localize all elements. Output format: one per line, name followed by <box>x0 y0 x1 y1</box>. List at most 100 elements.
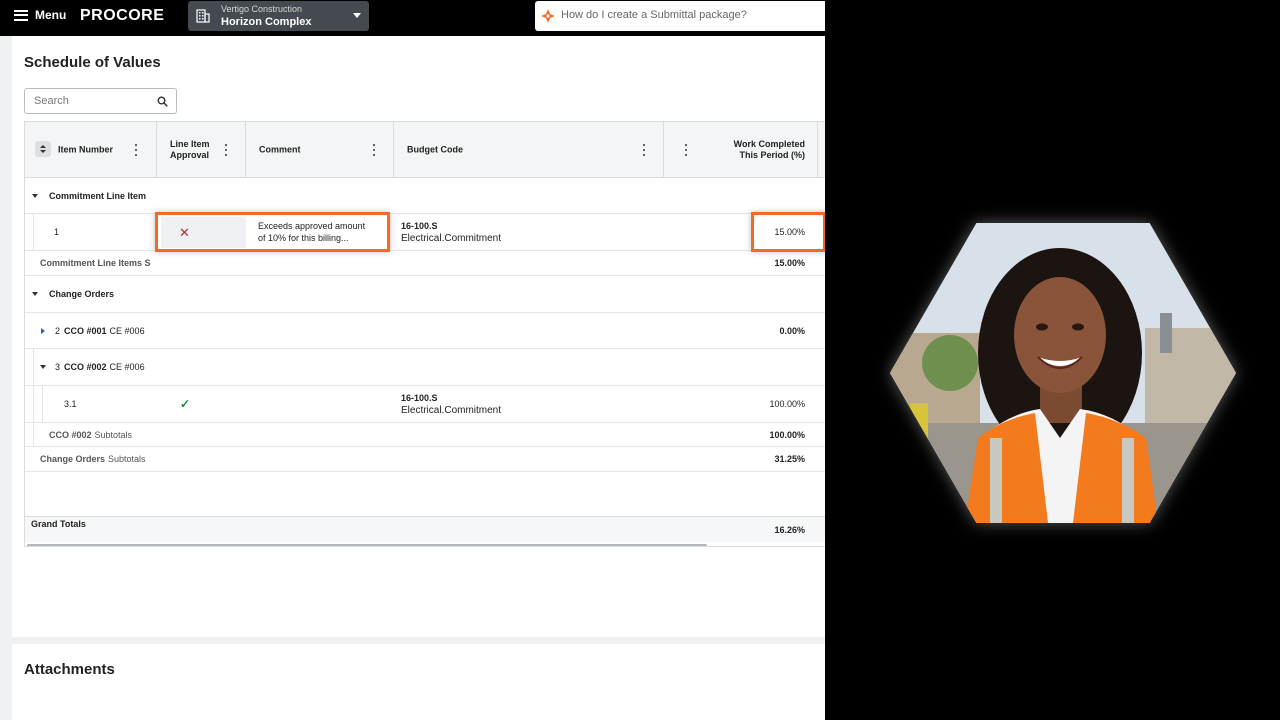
approval-cell[interactable]: ✕ <box>161 217 246 248</box>
page-title: Schedule of Values <box>24 54 161 71</box>
help-search-input[interactable] <box>561 9 816 21</box>
subtotal-row: Change Orders Subtotals 31.25% <box>25 447 825 472</box>
column-menu-icon[interactable] <box>684 144 688 156</box>
sort-icon[interactable] <box>35 141 51 157</box>
menu-button[interactable]: Menu <box>14 8 66 22</box>
work-completed-value: 0.00% <box>779 325 805 336</box>
column-header-line-item-approval[interactable]: Line Item Approval <box>157 122 246 178</box>
table-row[interactable]: 1 ✕ Exceeds approved amount of 10% for th… <box>25 214 825 251</box>
cco-number: 2 <box>55 325 61 336</box>
attachments-title: Attachments <box>24 661 115 678</box>
approved-check-icon[interactable]: ✓ <box>180 386 190 422</box>
chevron-down-icon <box>353 13 361 18</box>
table-header: Item Number Line Item Approval Comment B… <box>25 122 825 178</box>
sov-search-box[interactable] <box>24 88 177 114</box>
cco-ce: CE #006 <box>109 325 145 336</box>
column-label-line1: Line Item <box>170 139 210 149</box>
comment-line1: Exceeds approved amount <box>258 221 366 231</box>
cco-row[interactable]: 3 CCO #002 CE #006 <box>25 349 825 386</box>
column-label: Budget Code <box>407 144 463 155</box>
subtotal-row: CCO #002 Subtotals 100.00% <box>25 423 825 447</box>
indent-guide <box>42 386 43 422</box>
comment-cell[interactable]: Exceeds approved amount of 10% for this b… <box>258 214 388 250</box>
presenter-hexagon-frame <box>890 223 1236 523</box>
project-selector[interactable]: Vertigo Construction Horizon Complex <box>188 1 369 31</box>
work-completed-value[interactable]: 100.00% <box>725 386 805 422</box>
collapse-caret-icon[interactable] <box>40 349 46 385</box>
grand-totals-row: Grand Totals 16.26% <box>25 516 825 542</box>
grand-totals-label: Grand Totals <box>31 519 86 529</box>
indent-guide <box>33 386 34 422</box>
cco-name: CCO #001 <box>64 325 107 336</box>
horizontal-scrollbar[interactable] <box>27 544 707 546</box>
assist-sparkle-icon <box>541 9 555 23</box>
subtotal-word: Subtotals <box>108 454 146 464</box>
column-label-line2: Approval <box>170 150 210 160</box>
procore-logo[interactable]: PROCORE <box>80 7 164 25</box>
check-icon: ✓ <box>180 397 191 411</box>
subtotal-label: CCO #002 Subtotals <box>49 423 132 446</box>
column-menu-icon[interactable] <box>372 144 376 156</box>
schedule-of-values-card: Schedule of Values Item Number <box>12 36 825 637</box>
collapse-caret-icon[interactable] <box>32 276 38 312</box>
project-company: Vertigo Construction <box>221 4 303 14</box>
group-row-change-orders[interactable]: Change Orders <box>25 276 825 313</box>
subtotal-value: 100.00% <box>769 429 805 440</box>
column-header-budget-code[interactable]: Budget Code <box>394 122 664 178</box>
group-row-commitment[interactable]: Commitment Line Item <box>25 178 825 214</box>
group-label: Change Orders <box>49 289 115 299</box>
budget-code: 16-100.S <box>401 220 438 231</box>
item-number: 1 <box>54 227 60 237</box>
project-name: Horizon Complex <box>221 16 312 28</box>
group-label: Commitment Line Item <box>49 190 147 201</box>
sov-table: Item Number Line Item Approval Comment B… <box>24 121 825 547</box>
building-icon <box>196 9 210 23</box>
column-menu-icon[interactable] <box>224 144 228 156</box>
budget-code-cell: 16-100.S Electrical.Commitment <box>401 386 501 422</box>
subtotal-label: Change Orders Subtotals <box>40 447 146 471</box>
column-header-work-completed[interactable]: Work Completed This Period (%) <box>664 122 818 178</box>
search-icon[interactable] <box>157 96 168 107</box>
help-search-box[interactable] <box>535 1 825 31</box>
collapse-caret-icon[interactable] <box>32 178 38 213</box>
column-header-comment[interactable]: Comment <box>246 122 394 178</box>
column-header-item-number[interactable]: Item Number <box>25 122 157 178</box>
column-label-line1: Work Completed <box>733 139 805 149</box>
sov-search-input[interactable] <box>34 95 154 107</box>
column-label: Work Completed This Period (%) <box>734 139 805 161</box>
column-menu-icon[interactable] <box>642 144 646 156</box>
subtotal-label: Commitment Line Items S <box>40 258 151 268</box>
column-menu-icon[interactable] <box>134 144 138 156</box>
presenter-illustration <box>890 223 1236 523</box>
item-number: 3.1 <box>64 399 77 409</box>
cco-ce: CE #006 <box>109 362 145 372</box>
cco-name: CCO #002 <box>64 362 107 372</box>
subtotal-word: Subtotals <box>94 429 133 440</box>
expand-caret-icon[interactable] <box>41 313 45 348</box>
cco-row[interactable]: 2 CCO #001 CE #006 0.00% <box>25 313 825 349</box>
column-label: Line Item Approval <box>170 139 210 161</box>
subtotal-name: CCO #002 <box>49 429 92 440</box>
presenter-photo <box>890 223 1236 523</box>
column-label: Comment <box>259 144 301 155</box>
cco-label: 3 CCO #002 CE #006 <box>55 349 145 385</box>
subtotal-value: 31.25% <box>774 454 805 464</box>
top-navigation-bar: Menu PROCORE Vertigo Construction Horizo… <box>0 0 825 36</box>
column-label-line2: This Period (%) <box>739 150 805 160</box>
subtotal-name: Change Orders <box>40 454 106 464</box>
hamburger-icon <box>14 9 28 21</box>
table-row[interactable]: 3.1 ✓ 16-100.S Electrical.Commitment 100.… <box>25 386 825 423</box>
budget-code: 16-100.S <box>401 392 438 403</box>
indent-guide <box>33 349 34 385</box>
subtotal-value: 15.00% <box>774 258 805 268</box>
indent-guide <box>33 423 34 446</box>
budget-code-cell: 16-100.S Electrical.Commitment <box>401 214 501 250</box>
presenter-panel <box>825 0 1280 720</box>
reject-x-icon[interactable]: ✕ <box>179 225 190 241</box>
work-completed-value[interactable]: 15.00% <box>725 214 805 250</box>
budget-code-description: Electrical.Commitment <box>401 404 502 416</box>
attachments-card: Attachments <box>12 644 825 720</box>
comment-line2: of 10% for this billing... <box>258 233 349 243</box>
menu-label: Menu <box>35 8 67 22</box>
cco-number: 3 <box>55 362 61 372</box>
